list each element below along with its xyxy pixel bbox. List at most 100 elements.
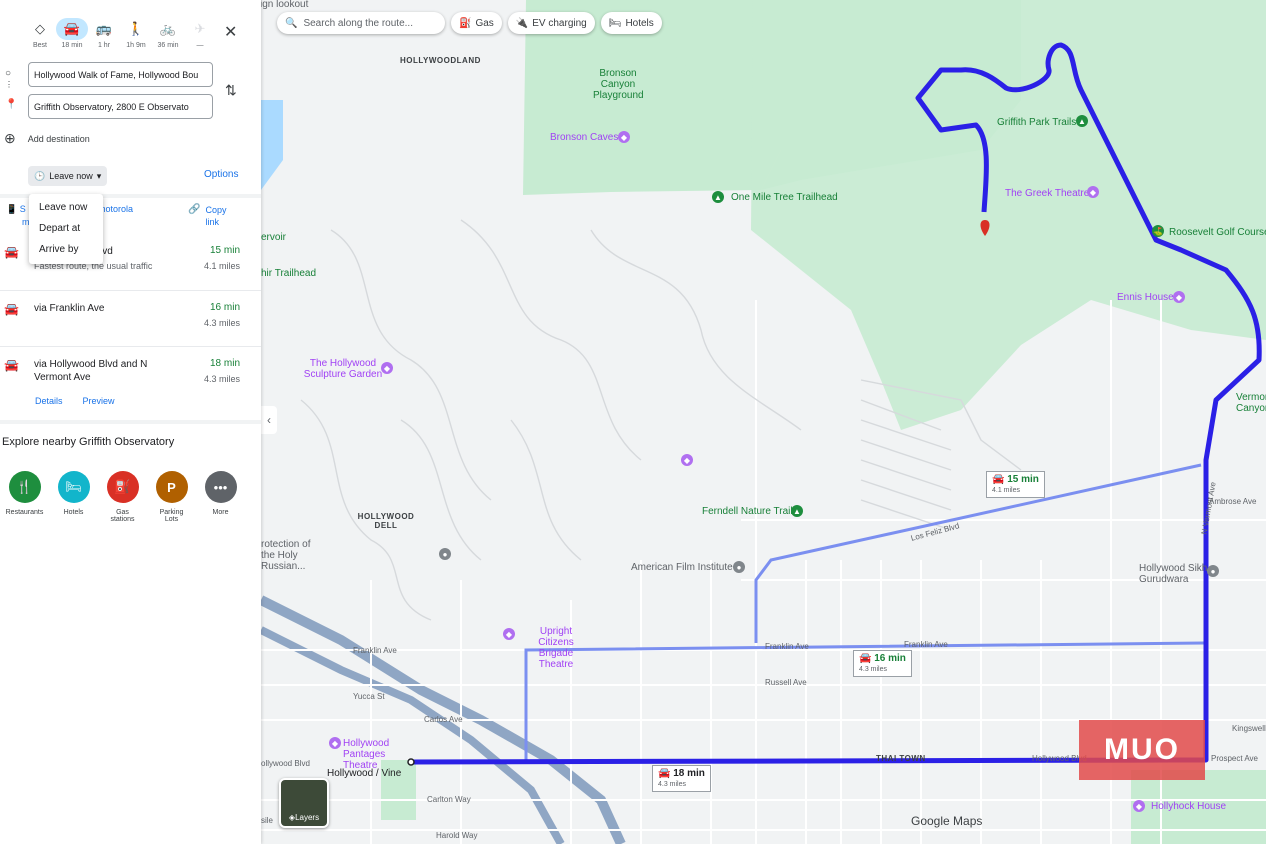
flight-icon: ✈: [194, 21, 206, 36]
chevron-left-icon: ‹: [267, 413, 271, 427]
explore-more[interactable]: ••• More: [196, 471, 245, 523]
layers-button[interactable]: ◈ Layers: [279, 778, 329, 828]
place-icon[interactable]: ●: [439, 548, 451, 560]
park-icon[interactable]: ▲: [1076, 115, 1088, 127]
golf-icon[interactable]: ⛳: [1152, 225, 1164, 237]
destination-input[interactable]: Griffith Observatory, 2800 E Observato: [28, 94, 213, 119]
mode-walking[interactable]: 🚶 1h 9m: [120, 18, 152, 49]
map-canvas[interactable]: 🔍 Search along the route... ⛽ Gas 🔌 EV c…: [261, 0, 1266, 844]
mode-transit[interactable]: 🚌 1 hr: [88, 18, 120, 49]
label-church: rotection of the Holy Russian...: [261, 539, 311, 572]
copy-link-button[interactable]: 🔗 Copy link: [188, 204, 233, 228]
preview-link[interactable]: Preview: [83, 396, 115, 406]
trail-icon[interactable]: ▲: [791, 505, 803, 517]
details-link[interactable]: Details: [35, 396, 63, 406]
street-kingswell: Kingswell A: [1232, 724, 1266, 733]
search-icon: 🔍: [285, 17, 298, 29]
route-box-miles: 4.1 miles: [992, 487, 1021, 494]
send-to-phone[interactable]: 📱 S motorola m: [6, 204, 133, 227]
place-icon[interactable]: ●: [1207, 565, 1219, 577]
plus-circle-icon: ⊕: [4, 130, 16, 146]
close-icon[interactable]: ✕: [224, 22, 237, 42]
travel-modes: ◇ Best 🚘 18 min 🚌 1 hr 🚶 1h 9m 🚲 36 min …: [24, 18, 216, 49]
gas-pump-icon: ⛽: [459, 17, 472, 29]
divider: [0, 420, 261, 424]
explore-gas[interactable]: ⛽ Gas stations: [98, 471, 147, 523]
car-icon: 🚘: [4, 245, 19, 259]
theatre-icon[interactable]: ◆: [329, 737, 341, 749]
menu-item-depart-at[interactable]: Depart at: [29, 219, 103, 240]
mode-cycling[interactable]: 🚲 36 min: [152, 18, 184, 49]
dropdown-arrow-icon: ▾: [96, 170, 102, 181]
sculpture-icon[interactable]: ◆: [381, 362, 393, 374]
bike-icon: 🚲: [159, 21, 177, 36]
send-partial: S: [19, 204, 26, 214]
label-greek-theatre: The Greek Theatre: [1005, 188, 1090, 199]
leave-now-select[interactable]: 🕒 Leave now ▾: [28, 166, 108, 186]
explore-restaurants[interactable]: 🍴 Restaurants: [0, 471, 49, 523]
label-hollywoodland: HOLLYWOODLAND: [400, 56, 481, 65]
explore-label: Gas stations: [110, 509, 135, 523]
menu-item-leave-now[interactable]: Leave now: [29, 198, 103, 219]
mode-label: 1 hr: [97, 42, 111, 49]
search-along-route-input[interactable]: 🔍 Search along the route...: [277, 12, 445, 34]
label-griffith-trails: Griffith Park Trails: [997, 117, 1077, 128]
route-option-2[interactable]: 🚘 via Franklin Ave 16 min 4.3 miles: [0, 302, 250, 342]
route-time: 15 min: [209, 245, 240, 256]
route-box-18min[interactable]: 🚘 18 min 4.3 miles: [652, 765, 711, 792]
landmark-icon[interactable]: ◆: [1173, 291, 1185, 303]
route-box-time: 18 min: [673, 768, 705, 779]
label-bronson-caves: Bronson Caves: [550, 132, 619, 143]
options-link[interactable]: Options: [204, 169, 238, 180]
route-search-chips: 🔍 Search along the route... ⛽ Gas 🔌 EV c…: [277, 12, 662, 34]
hotels-chip[interactable]: 🛏 Hotels: [600, 12, 662, 34]
car-icon: 🚘: [56, 18, 88, 40]
fork-knife-icon: 🍴: [8, 471, 41, 503]
route-box-time: 16 min: [874, 653, 906, 664]
trailhead-icon[interactable]: ▲: [712, 191, 724, 203]
label-hollywood-sikh: Hollywood Sikh Gurudwara: [1139, 563, 1208, 585]
school-icon[interactable]: ●: [733, 561, 745, 573]
parking-icon: P: [155, 471, 188, 503]
label-hollywood-vine: Hollywood / Vine: [327, 768, 402, 779]
layers-label: Layers: [295, 813, 320, 822]
mode-driving[interactable]: 🚘 18 min: [56, 18, 88, 49]
label-fern-dell: Ferndell Nature Trail: [702, 506, 793, 517]
menu-item-arrive-by[interactable]: Arrive by: [29, 240, 103, 261]
add-destination-button[interactable]: ⊕ Add destination: [4, 130, 90, 147]
explore-label: Parking Lots: [159, 509, 184, 523]
directions-panel: ◇ Best 🚘 18 min 🚌 1 hr 🚶 1h 9m 🚲 36 min …: [0, 0, 261, 844]
explore-parking[interactable]: P Parking Lots: [147, 471, 196, 523]
route-name: via Franklin Ave: [34, 303, 105, 314]
street-franklin-ave-2: Franklin Ave: [765, 642, 809, 651]
chip-label: EV charging: [532, 17, 587, 29]
route-option-3[interactable]: 🚘 via Hollywood Blvd and N Vermont Ave 1…: [0, 358, 250, 398]
more-icon: •••: [204, 471, 237, 503]
route-time: 18 min: [209, 358, 240, 369]
add-destination-label: Add destination: [27, 133, 90, 144]
label-afi: American Film Institute: [631, 562, 733, 573]
route-miles: 4.3 miles: [203, 318, 240, 328]
route-box-15min[interactable]: 🚘 15 min 4.1 miles: [986, 471, 1045, 498]
explore-hotels[interactable]: 🛏 Hotels: [49, 471, 98, 523]
clock-icon: 🕒: [34, 170, 46, 181]
landmark-icon[interactable]: ◆: [618, 131, 630, 143]
origin-circle-icon: ○: [5, 68, 12, 79]
street-carlton-way: Carlton Way: [427, 795, 471, 804]
landmark-icon[interactable]: ◆: [1133, 800, 1145, 812]
route-box-16min[interactable]: 🚘 16 min 4.3 miles: [853, 650, 912, 677]
swap-icon[interactable]: ⇅: [225, 82, 237, 99]
landmark-icon[interactable]: ◆: [681, 454, 693, 466]
route-box-time: 15 min: [1007, 474, 1039, 485]
mode-best[interactable]: ◇ Best: [24, 18, 56, 49]
copy-link-label: Copy link: [205, 205, 227, 227]
gas-chip[interactable]: ⛽ Gas: [451, 12, 502, 34]
collapse-panel-button[interactable]: ‹: [261, 406, 277, 434]
ev-charging-chip[interactable]: 🔌 EV charging: [507, 12, 595, 34]
route-name: via Hollywood Blvd and N Vermont Ave: [34, 359, 148, 383]
theatre-icon[interactable]: ◆: [1087, 186, 1099, 198]
theatre-icon[interactable]: ◆: [503, 628, 515, 640]
mode-flight[interactable]: ✈ —: [184, 18, 216, 49]
origin-input[interactable]: Hollywood Walk of Fame, Hollywood Bou: [28, 62, 213, 87]
diamond-directions-icon: ◇: [35, 21, 45, 36]
